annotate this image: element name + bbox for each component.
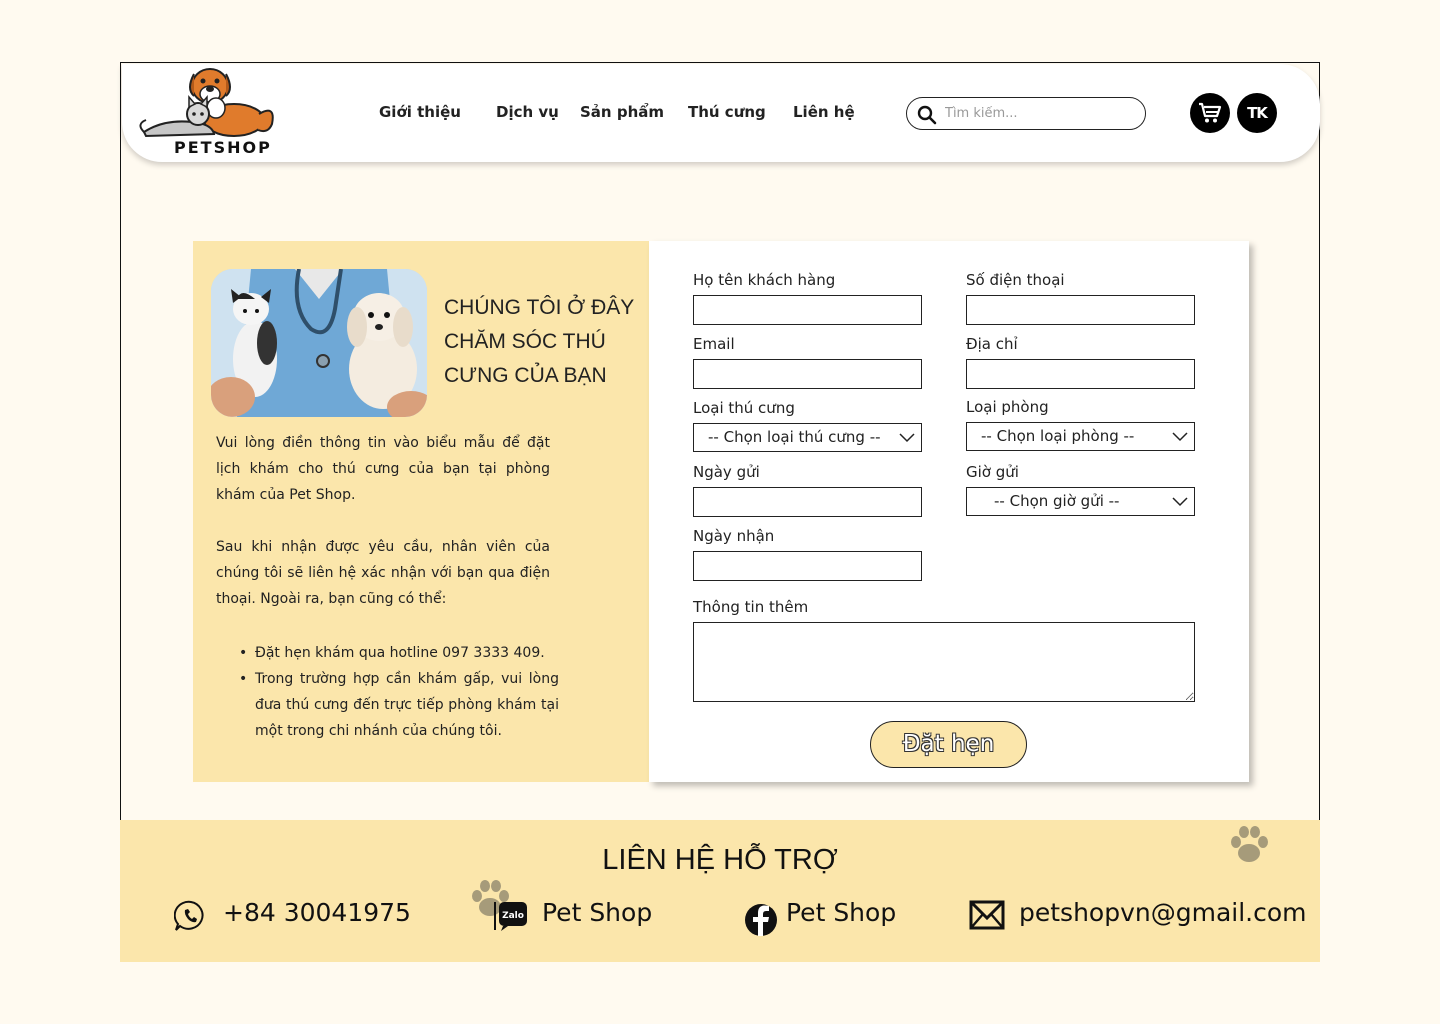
logo[interactable]: PETSHOP <box>134 64 284 158</box>
info-paragraph-1: Vui lòng điền thông tin vào biểu mẫu để … <box>216 435 550 503</box>
chevron-down-icon <box>1172 432 1188 442</box>
chevron-down-icon <box>899 433 915 443</box>
nav-dich-vu[interactable]: Dịch vụ <box>496 103 559 121</box>
cart-button[interactable] <box>1190 93 1230 133</box>
vet-with-pets-photo <box>211 269 427 417</box>
footer-title: LIÊN HỆ HỖ TRỢ <box>602 844 838 876</box>
search-icon <box>917 105 937 125</box>
zalo-icon: Zalo <box>494 902 527 931</box>
header: PETSHOP Giới thiệu Dịch vụ Sản phẩm Thú … <box>122 64 1320 162</box>
info-paragraph-2: Sau khi nhận được yêu cầu, nhân viên của… <box>216 539 550 607</box>
room-type-value: -- Chọn loại phòng -- <box>981 427 1135 445</box>
info-headline: CHÚNG TÔI Ở ĐÂY CHĂM SÓC THÚ CƯNG CỦA BẠ… <box>444 296 634 387</box>
address-input[interactable] <box>966 359 1195 389</box>
receive-date-label: Ngày nhận <box>693 527 775 545</box>
whatsapp-phone-icon <box>174 900 204 931</box>
info-bullet-hotline: Đặt hẹn khám qua hotline 097 3333 409. <box>233 640 559 666</box>
send-date-input[interactable] <box>693 487 922 517</box>
submit-button[interactable]: Đặt hẹn <box>870 721 1027 768</box>
send-time-label: Giờ gửi <box>966 463 1019 481</box>
name-label: Họ tên khách hàng <box>693 271 836 289</box>
notes-label: Thông tin thêm <box>693 598 809 616</box>
phone-input[interactable] <box>966 295 1195 325</box>
send-time-value: -- Chọn giờ gửi -- <box>994 492 1120 510</box>
footer-zalo[interactable]: Pet Shop <box>542 898 652 927</box>
logo-text: PETSHOP <box>174 138 272 157</box>
pet-type-label: Loại thú cưng <box>693 399 795 417</box>
footer-facebook[interactable]: Pet Shop <box>786 898 896 927</box>
zalo-badge-text: Zalo <box>502 911 524 921</box>
chevron-down-icon <box>1172 497 1188 507</box>
search-box <box>906 97 1146 130</box>
footer-email[interactable]: petshopvn@gmail.com <box>1019 898 1307 927</box>
footer-phone[interactable]: +84 30041975 <box>223 898 411 927</box>
email-label: Email <box>693 335 735 353</box>
facebook-icon <box>745 904 777 936</box>
nav-thu-cung[interactable]: Thú cưng <box>688 103 766 121</box>
booking-form: Họ tên khách hàng Số điện thoại Email Đị… <box>649 241 1249 782</box>
pet-type-select[interactable]: -- Chọn loại thú cưng -- <box>693 423 922 452</box>
paw-print-icon <box>1231 826 1268 862</box>
info-bullet-emergency: Trong trường hợp cần khám gấp, vui lòng … <box>233 666 559 744</box>
name-input[interactable] <box>693 295 922 325</box>
search-input[interactable] <box>945 103 1135 123</box>
vet-photo-illustration <box>211 269 427 417</box>
receive-date-input[interactable] <box>693 551 922 581</box>
nav-lien-he[interactable]: Liên hệ <box>793 103 855 121</box>
mail-icon <box>969 900 1005 930</box>
address-label: Địa chỉ <box>966 335 1018 353</box>
nav-gioi-thieu[interactable]: Giới thiệu <box>379 103 461 121</box>
account-button[interactable]: TK <box>1237 93 1277 133</box>
dog-cat-logo-icon <box>139 68 274 138</box>
phone-label: Số điện thoại <box>966 271 1065 289</box>
cart-icon <box>1199 102 1222 123</box>
room-type-label: Loại phòng <box>966 398 1049 416</box>
room-type-select[interactable]: -- Chọn loại phòng -- <box>966 422 1195 451</box>
pet-type-value: -- Chọn loại thú cưng -- <box>708 428 881 446</box>
send-time-select[interactable]: -- Chọn giờ gửi -- <box>966 487 1195 516</box>
nav-san-pham[interactable]: Sản phẩm <box>580 103 664 121</box>
email-input[interactable] <box>693 359 922 389</box>
send-date-label: Ngày gửi <box>693 463 760 481</box>
info-bullet-list: Đặt hẹn khám qua hotline 097 3333 409. T… <box>233 640 559 744</box>
notes-textarea[interactable] <box>693 622 1195 702</box>
footer: LIÊN HỆ HỖ TRỢ +84 30041975 Zalo Pet Sho… <box>120 820 1320 962</box>
info-panel: CHÚNG TÔI Ở ĐÂY CHĂM SÓC THÚ CƯNG CỦA BẠ… <box>193 241 649 782</box>
